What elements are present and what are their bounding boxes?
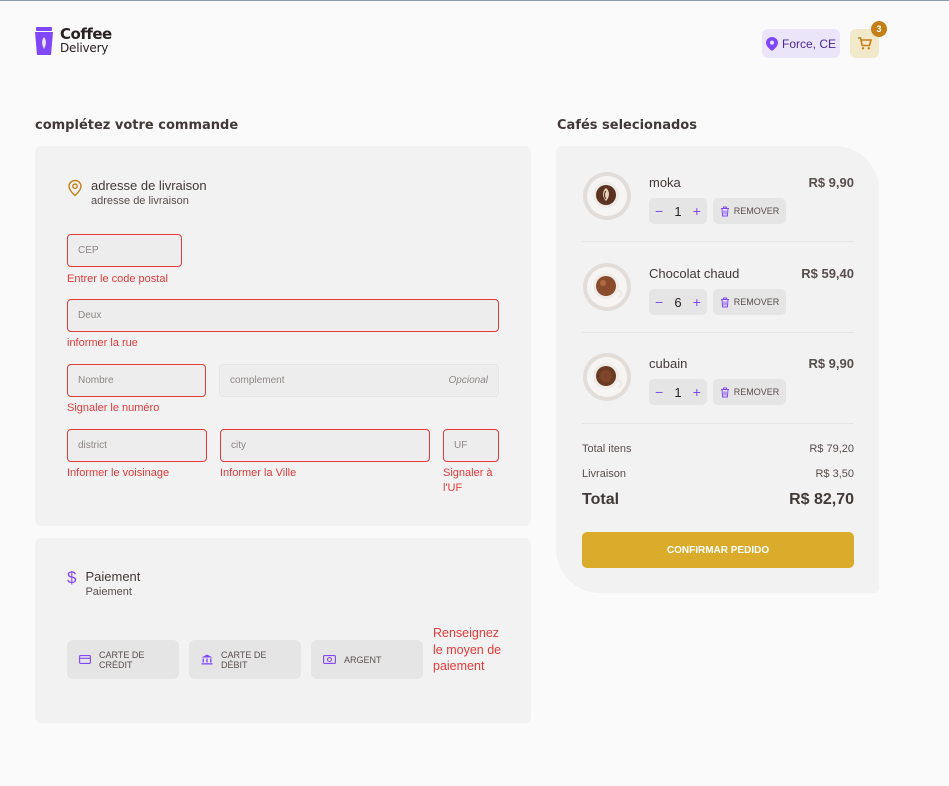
delivery-label: Livraison <box>582 468 627 480</box>
street-input[interactable]: Deux <box>67 299 499 332</box>
items-total-label: Total itens <box>582 443 632 455</box>
debit-card-button[interactable]: CARTE DE DÉBIT <box>189 640 301 679</box>
coffee-cup-logo-icon <box>35 27 53 55</box>
item-price: R$ 9,90 <box>808 175 854 190</box>
delivery-value: R$ 3,50 <box>815 468 854 480</box>
remove-label: REMOVER <box>733 206 780 216</box>
payment-header: $ Paiement Paiement <box>67 568 141 599</box>
checkout-title: complétez votre commande <box>35 118 239 133</box>
logo-text: Coffee Delivery <box>60 25 112 56</box>
city-input[interactable]: city <box>220 429 430 462</box>
complement-placeholder: complement <box>230 375 285 386</box>
remove-button[interactable]: REMOVER <box>713 198 786 224</box>
map-pin-icon <box>765 36 778 51</box>
number-input[interactable]: Nombre <box>67 364 206 397</box>
items-total-value: R$ 79,20 <box>809 443 854 455</box>
quantity-stepper: − 6 + <box>649 289 707 315</box>
remove-label: REMOVER <box>733 297 780 307</box>
street-error: informer la rue <box>67 337 138 349</box>
quantity-stepper: − 1 + <box>649 198 707 224</box>
item-divider <box>582 423 854 424</box>
money-icon <box>323 655 336 664</box>
cart-panel: moka R$ 9,90 − 1 + REMOVER Chocolat chau… <box>556 146 879 593</box>
number-placeholder: Nombre <box>78 375 114 386</box>
payment-subtitle: Paiement <box>85 586 132 598</box>
remove-button[interactable]: REMOVER <box>713 289 786 315</box>
moka-coffee-image <box>583 172 631 220</box>
item-name: Chocolat chaud <box>649 266 740 281</box>
address-subtitle: adresse de livraison <box>91 195 189 207</box>
item-price: R$ 59,40 <box>801 266 854 281</box>
payment-title: Paiement <box>85 569 141 584</box>
shopping-cart-icon <box>857 37 872 50</box>
number-error: Signaler le numéro <box>67 402 160 414</box>
cart-title: Cafés selecionados <box>557 118 697 133</box>
total-row: Total R$ 82,70 <box>582 491 854 509</box>
trash-icon <box>720 206 729 216</box>
bank-icon <box>201 654 213 665</box>
item-price: R$ 9,90 <box>808 356 854 371</box>
credit-card-icon <box>79 655 91 664</box>
cep-error: Entrer le code postal <box>67 273 168 285</box>
money-label: ARGENT <box>344 654 382 665</box>
minus-button[interactable]: − <box>655 295 663 309</box>
complement-input[interactable]: complement Opcional <box>219 364 499 397</box>
remove-label: REMOVER <box>733 387 780 397</box>
district-placeholder: district <box>78 440 107 451</box>
hot-chocolate-image <box>583 263 631 311</box>
item-name: cubain <box>649 356 688 371</box>
address-header: adresse de livraison adresse de livraiso… <box>67 178 207 207</box>
minus-button[interactable]: − <box>655 385 663 399</box>
item-divider <box>582 332 854 333</box>
items-total-row: Total itens R$ 79,20 <box>582 443 854 455</box>
quantity-value: 1 <box>674 384 682 400</box>
trash-icon <box>720 297 729 307</box>
location-text: Force, CE <box>781 36 836 51</box>
district-error: Informer le voisinage <box>67 467 170 479</box>
debit-card-label: CARTE DE DÉBIT <box>221 649 267 670</box>
remove-button[interactable]: REMOVER <box>713 379 786 405</box>
uf-input[interactable]: UF <box>443 429 499 462</box>
uf-error: Signaler à l'UF <box>443 467 493 494</box>
city-placeholder: city <box>231 440 246 451</box>
credit-card-button[interactable]: CARTE DE CRÉDIT <box>67 640 179 679</box>
total-label: Total <box>582 491 620 508</box>
quantity-value: 6 <box>674 294 682 310</box>
logo-line2: Delivery <box>60 41 109 55</box>
payment-error: Renseignez le moyen de paiement <box>433 626 502 673</box>
plus-button[interactable]: + <box>693 204 701 218</box>
cart-item: cubain R$ 9,90 − 1 + REMOVER <box>582 352 854 442</box>
item-divider <box>582 241 854 242</box>
quantity-value: 1 <box>674 203 682 219</box>
optional-label: Opcional <box>448 375 488 386</box>
map-pin-outline-icon <box>68 179 82 197</box>
cart-item: Chocolat chaud R$ 59,40 − 6 + REMOVER <box>582 262 854 352</box>
total-value: R$ 82,70 <box>789 491 854 508</box>
cep-placeholder: CEP <box>78 245 99 256</box>
plus-button[interactable]: + <box>693 385 701 399</box>
quantity-stepper: − 1 + <box>649 379 707 405</box>
street-placeholder: Deux <box>78 310 102 321</box>
dollar-icon: $ <box>67 568 77 587</box>
money-button[interactable]: ARGENT <box>311 640 423 679</box>
city-error: Informer la Ville <box>220 467 297 479</box>
logo-line1: Coffee <box>60 25 112 43</box>
cuban-coffee-image <box>583 353 631 401</box>
cep-input[interactable]: CEP <box>67 234 182 267</box>
confirm-order-button[interactable]: CONFIRMAR PEDIDO <box>582 532 854 568</box>
logo[interactable]: Coffee Delivery <box>34 25 112 57</box>
cart-count-badge: 3 <box>871 21 887 37</box>
trash-icon <box>720 387 729 397</box>
district-input[interactable]: district <box>67 429 207 462</box>
minus-button[interactable]: − <box>655 204 663 218</box>
item-name: moka <box>649 175 681 190</box>
cart-item: moka R$ 9,90 − 1 + REMOVER <box>582 171 854 261</box>
location-badge[interactable]: Force, CE <box>762 29 840 58</box>
plus-button[interactable]: + <box>693 295 701 309</box>
credit-card-label: CARTE DE CRÉDIT <box>99 649 145 670</box>
uf-placeholder: UF <box>454 440 468 451</box>
address-title: adresse de livraison <box>91 178 207 193</box>
delivery-row: Livraison R$ 3,50 <box>582 468 854 480</box>
